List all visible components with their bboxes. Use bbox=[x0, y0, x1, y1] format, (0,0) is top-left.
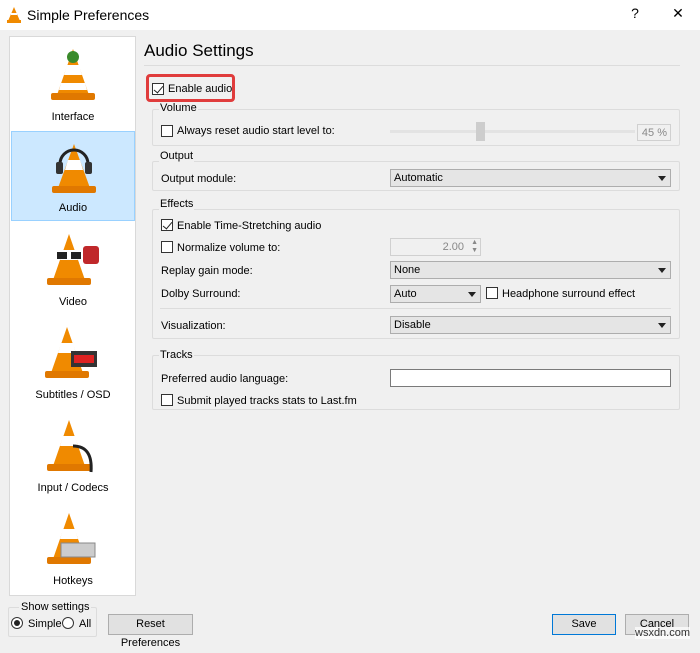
chevron-down-icon bbox=[658, 268, 666, 273]
time-stretch-label: Enable Time-Stretching audio bbox=[177, 220, 322, 232]
simple-label: Simple bbox=[28, 618, 62, 630]
window-title: Simple Preferences bbox=[27, 7, 150, 23]
lastfm-checkbox[interactable] bbox=[161, 394, 173, 406]
save-button[interactable]: Save bbox=[552, 614, 616, 635]
normalize-value: 2.00 bbox=[442, 241, 464, 253]
headphone-label: Headphone surround effect bbox=[502, 288, 636, 300]
category-sidebar: Interface Audio Video Subtitles / OSD In… bbox=[9, 36, 136, 596]
vlc-logo-icon bbox=[7, 7, 21, 23]
chevron-down-icon bbox=[658, 176, 666, 181]
reset-volume-label: Always reset audio start level to: bbox=[177, 125, 335, 137]
visualization-dropdown[interactable]: Disable bbox=[390, 316, 671, 334]
lastfm-label: Submit played tracks stats to Last.fm bbox=[177, 395, 357, 407]
audio-language-label: Preferred audio language: bbox=[161, 373, 289, 385]
enable-audio-label: Enable audio bbox=[168, 83, 233, 95]
spin-arrows-icon[interactable]: ▲ ▼ bbox=[471, 239, 478, 255]
effects-divider bbox=[160, 308, 671, 309]
heading-divider bbox=[144, 65, 680, 66]
help-button[interactable]: ? bbox=[620, 5, 650, 21]
volume-group-title: Volume bbox=[159, 102, 198, 114]
title-bar: Simple Preferences ? ✕ bbox=[0, 0, 700, 30]
sidebar-item-subtitles-osd[interactable]: Subtitles / OSD bbox=[11, 317, 135, 407]
effects-group-title: Effects bbox=[159, 198, 195, 210]
volume-level-field[interactable]: 45 % bbox=[637, 124, 671, 141]
replay-gain-dropdown[interactable]: None bbox=[390, 261, 671, 279]
page-heading: Audio Settings bbox=[144, 41, 254, 60]
visualization-label: Visualization: bbox=[161, 320, 226, 332]
sidebar-item-audio[interactable]: Audio bbox=[11, 131, 135, 221]
show-settings-title: Show settings bbox=[19, 601, 92, 613]
audio-language-input[interactable] bbox=[390, 369, 671, 387]
replay-gain-value: None bbox=[394, 264, 421, 276]
time-stretch-checkbox[interactable] bbox=[161, 219, 173, 231]
replay-gain-label: Replay gain mode: bbox=[161, 265, 253, 277]
output-module-dropdown[interactable]: Automatic bbox=[390, 169, 671, 187]
dolby-dropdown[interactable]: Auto bbox=[390, 285, 481, 303]
watermark: wsxdn.com bbox=[635, 627, 691, 639]
output-module-value: Automatic bbox=[394, 172, 443, 184]
volume-slider-track[interactable] bbox=[390, 130, 635, 133]
close-button[interactable]: ✕ bbox=[663, 5, 693, 22]
visualization-value: Disable bbox=[394, 319, 431, 331]
dolby-value: Auto bbox=[394, 288, 417, 300]
sidebar-item-label: Interface bbox=[51, 111, 95, 123]
all-radio[interactable] bbox=[62, 617, 74, 629]
sidebar-item-label: Subtitles / OSD bbox=[35, 389, 111, 401]
chevron-down-icon bbox=[468, 292, 476, 297]
glasses-cone-icon bbox=[47, 234, 99, 285]
simple-radio[interactable] bbox=[11, 617, 23, 629]
tracks-group-title: Tracks bbox=[159, 349, 194, 361]
subtitles-cone-icon bbox=[45, 327, 97, 378]
enable-audio-checkbox[interactable] bbox=[152, 83, 164, 95]
all-label: All bbox=[79, 618, 92, 630]
sidebar-item-label: Input / Codecs bbox=[37, 482, 109, 494]
sidebar-item-hotkeys[interactable]: Hotkeys bbox=[11, 503, 135, 593]
headphones-cone-icon bbox=[52, 144, 96, 193]
normalize-label: Normalize volume to: bbox=[177, 242, 281, 254]
sidebar-item-interface[interactable]: Interface bbox=[11, 39, 135, 129]
headphone-checkbox[interactable] bbox=[486, 287, 498, 299]
sidebar-item-input-codecs[interactable]: Input / Codecs bbox=[11, 410, 135, 500]
keyboard-cone-icon bbox=[47, 513, 96, 564]
volume-slider-handle[interactable] bbox=[476, 122, 485, 141]
output-module-label: Output module: bbox=[161, 173, 237, 185]
normalize-checkbox[interactable] bbox=[161, 241, 173, 253]
sidebar-item-label: Audio bbox=[58, 202, 88, 214]
sidebar-item-label: Video bbox=[59, 296, 87, 308]
chevron-down-icon bbox=[658, 323, 666, 328]
sidebar-item-video[interactable]: Video bbox=[11, 224, 135, 314]
dolby-label: Dolby Surround: bbox=[161, 288, 241, 300]
reset-preferences-button[interactable]: Reset Preferences bbox=[108, 614, 193, 649]
sidebar-item-label: Hotkeys bbox=[53, 575, 93, 587]
reset-volume-checkbox[interactable] bbox=[161, 125, 173, 137]
output-group-title: Output bbox=[159, 150, 195, 162]
vlc-cone-icon bbox=[51, 49, 95, 100]
cable-cone-icon bbox=[47, 420, 93, 473]
normalize-spinbox[interactable]: 2.00 ▲ ▼ bbox=[390, 238, 481, 256]
